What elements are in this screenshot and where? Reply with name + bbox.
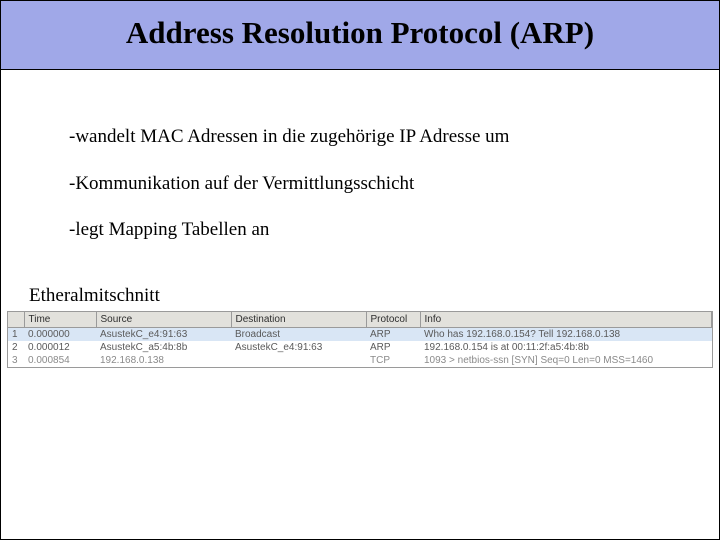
table-row[interactable]: 3 0.000854 192.168.0.138 TCP 1093 > netb… — [8, 354, 712, 367]
packet-capture-table: Time Source Destination Protocol Info 1 … — [7, 311, 713, 368]
capture-caption: Etheralmitschnitt — [1, 265, 719, 311]
cell-info: 1093 > netbios-ssn [SYN] Seq=0 Len=0 MSS… — [420, 354, 712, 367]
cell-protocol: TCP — [366, 354, 420, 367]
col-header-no[interactable] — [8, 312, 24, 328]
cell-no: 1 — [8, 328, 24, 342]
table-row[interactable]: 1 0.000000 AsustekC_e4:91:63 Broadcast A… — [8, 328, 712, 342]
bullet-item: -Kommunikation auf der Vermittlungsschic… — [69, 172, 719, 197]
col-header-info[interactable]: Info — [420, 312, 712, 328]
cell-time: 0.000854 — [24, 354, 96, 367]
col-header-source[interactable]: Source — [96, 312, 231, 328]
bullet-item: -legt Mapping Tabellen an — [69, 218, 719, 243]
cell-source: AsustekC_e4:91:63 — [96, 328, 231, 342]
cell-no: 2 — [8, 341, 24, 354]
page-title: Address Resolution Protocol (ARP) — [1, 15, 719, 51]
bullet-list: -wandelt MAC Adressen in die zugehörige … — [1, 70, 719, 243]
cell-destination — [231, 354, 366, 367]
col-header-destination[interactable]: Destination — [231, 312, 366, 328]
title-bar: Address Resolution Protocol (ARP) — [1, 1, 719, 70]
table-header-row: Time Source Destination Protocol Info — [8, 312, 712, 328]
cell-time: 0.000000 — [24, 328, 96, 342]
cell-info: 192.168.0.154 is at 00:11:2f:a5:4b:8b — [420, 341, 712, 354]
cell-destination: AsustekC_e4:91:63 — [231, 341, 366, 354]
cell-source: 192.168.0.138 — [96, 354, 231, 367]
cell-time: 0.000012 — [24, 341, 96, 354]
cell-protocol: ARP — [366, 328, 420, 342]
cell-info: Who has 192.168.0.154? Tell 192.168.0.13… — [420, 328, 712, 342]
cell-no: 3 — [8, 354, 24, 367]
cell-destination: Broadcast — [231, 328, 366, 342]
col-header-time[interactable]: Time — [24, 312, 96, 328]
col-header-protocol[interactable]: Protocol — [366, 312, 420, 328]
cell-protocol: ARP — [366, 341, 420, 354]
table-row[interactable]: 2 0.000012 AsustekC_a5:4b:8b AsustekC_e4… — [8, 341, 712, 354]
bullet-item: -wandelt MAC Adressen in die zugehörige … — [69, 125, 719, 150]
cell-source: AsustekC_a5:4b:8b — [96, 341, 231, 354]
